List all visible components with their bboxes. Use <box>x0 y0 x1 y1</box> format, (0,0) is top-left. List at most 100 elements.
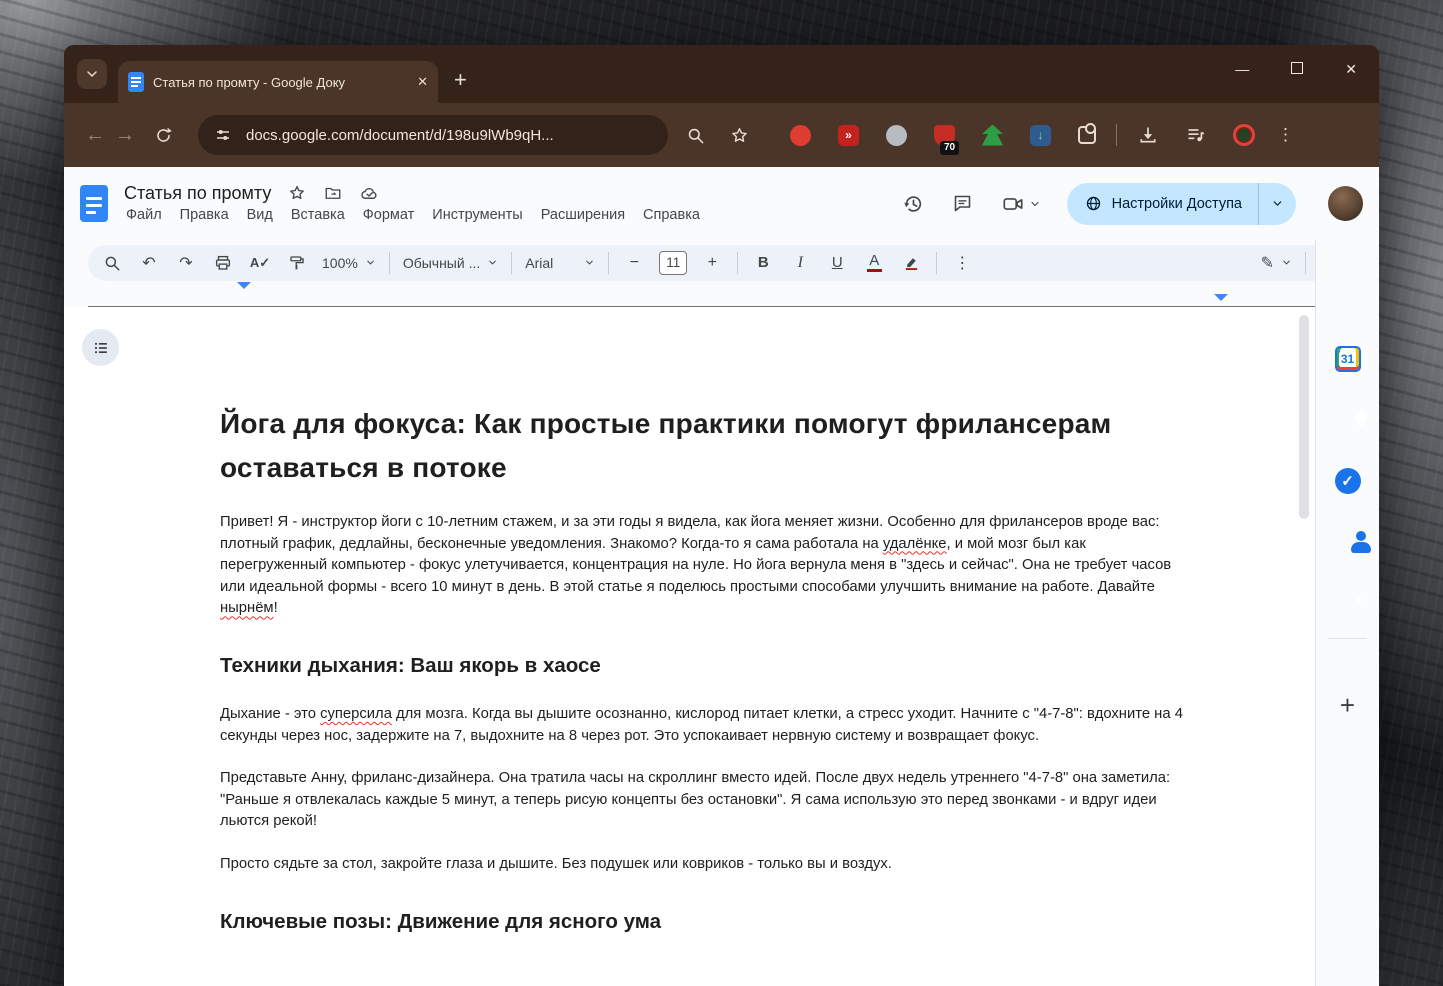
underline-button[interactable]: U <box>825 251 849 275</box>
reload-icon[interactable] <box>154 126 184 145</box>
chevron-down-icon <box>487 257 498 268</box>
text-run: Просто сядьте за стол, закройте глаза и … <box>220 855 892 872</box>
text-run: Представьте Анну, фриланс-дизайнера. Она… <box>220 770 1171 830</box>
menu-item[interactable]: Инструменты <box>424 205 530 225</box>
docs-logo-icon[interactable] <box>80 185 108 222</box>
document-outline-button[interactable] <box>82 329 119 366</box>
user-avatar[interactable] <box>1328 186 1363 221</box>
pen-icon: ✎ <box>1260 254 1274 272</box>
menu-item[interactable]: Формат <box>355 205 423 225</box>
spellcheck-icon[interactable]: A✓ <box>248 251 272 275</box>
doc-heading: Техники дыхания: Ваш якорь в хаосе <box>220 652 1196 680</box>
docs-toolbar: ↶ ↷ A✓ 100% Обычный ... Arial − 11 + B I… <box>88 244 1355 281</box>
more-options-icon[interactable]: ⋮ <box>950 251 974 275</box>
highlight-color-button[interactable] <box>899 251 923 275</box>
misspelled-word: суперсила <box>320 705 392 722</box>
text-run: Ключевые позы: Движение для ясного ума <box>220 909 662 933</box>
calendar-icon[interactable]: 31 <box>1334 346 1361 372</box>
video-speed-extension-icon[interactable]: » <box>838 124 859 146</box>
doc-paragraph: Представьте Анну, фриланс-дизайнера. Она… <box>220 768 1196 833</box>
document-page: Йога для фокуса: Как простые практики по… <box>64 307 1196 936</box>
document-title[interactable]: Статья по промту <box>124 183 271 204</box>
add-addon-button[interactable]: + <box>1340 690 1355 721</box>
doc-heading: Ключевые позы: Движение для ясного ума <box>220 908 1196 936</box>
downloads-icon[interactable] <box>1137 124 1159 146</box>
meet-button[interactable] <box>1001 192 1041 216</box>
docs-menu-bar: Файл Правка Вид Вставка Формат Инструменты Рас… <box>118 205 708 225</box>
adblock-extension-icon[interactable] <box>790 124 811 146</box>
address-bar[interactable]: docs.google.com/document/d/198u9lWb9qH..… <box>198 115 668 155</box>
bookmark-star-icon[interactable] <box>728 124 750 146</box>
savefrom-extension-icon[interactable]: ↓ <box>1030 124 1051 146</box>
print-icon[interactable] <box>211 251 235 275</box>
globe-extension-icon[interactable] <box>886 124 907 146</box>
chevron-down-icon <box>365 257 376 268</box>
browser-window: Статья по промту - Google Доку ✕ + — ✕ ←… <box>64 45 1379 986</box>
increase-font-icon[interactable]: + <box>700 251 724 275</box>
font-size-input[interactable]: 11 <box>659 250 688 275</box>
menu-item[interactable]: Вставка <box>283 205 353 225</box>
toolbar-separator <box>1116 124 1117 146</box>
tab-title: Статья по промту - Google Доку <box>153 74 346 90</box>
window-controls: — ✕ <box>1235 61 1357 78</box>
menu-item[interactable]: Справка <box>635 205 708 225</box>
bold-button[interactable]: B <box>751 251 775 275</box>
share-dropdown-icon[interactable] <box>1258 182 1296 225</box>
url-text[interactable]: docs.google.com/document/d/198u9lWb9qH..… <box>246 127 554 144</box>
tasks-icon[interactable]: ✓ <box>1334 468 1361 494</box>
text-run: ! <box>273 600 278 617</box>
browser-tab[interactable]: Статья по промту - Google Доку ✕ <box>118 61 438 103</box>
maximize-button[interactable] <box>1291 61 1304 78</box>
star-document-icon[interactable] <box>287 183 307 203</box>
cloud-saved-icon[interactable] <box>359 183 379 203</box>
editing-mode-select[interactable]: ✎ <box>1261 253 1292 273</box>
doc-paragraph: Привет! Я - инструктор йоги с 10-летним … <box>220 512 1196 620</box>
comments-icon[interactable] <box>951 192 975 216</box>
undo-icon[interactable]: ↶ <box>137 251 161 275</box>
decrease-font-icon[interactable]: − <box>622 251 646 275</box>
minimize-button[interactable]: — <box>1235 61 1249 78</box>
font-select[interactable]: Arial <box>525 255 595 271</box>
forward-icon[interactable]: → <box>110 124 140 147</box>
tab-search-button[interactable] <box>77 59 107 89</box>
site-settings-icon[interactable] <box>212 124 234 146</box>
chevron-down-icon <box>1029 198 1041 210</box>
close-button[interactable]: ✕ <box>1345 61 1357 78</box>
right-indent-marker[interactable] <box>1214 294 1228 301</box>
paragraph-style-select[interactable]: Обычный ... <box>403 255 498 271</box>
menu-item[interactable]: Вид <box>239 205 281 225</box>
menu-item[interactable]: Расширения <box>533 205 633 225</box>
zoom-page-icon[interactable] <box>684 124 706 146</box>
paint-format-icon[interactable] <box>285 251 309 275</box>
new-tab-button[interactable]: + <box>454 67 467 93</box>
version-history-icon[interactable] <box>901 192 925 216</box>
green-tree-extension-icon[interactable] <box>982 124 1003 146</box>
doc-paragraph: Дыхание - это суперсила для мозга. Когда… <box>220 704 1196 747</box>
back-icon[interactable]: ← <box>80 124 110 147</box>
redo-icon[interactable]: ↷ <box>174 251 198 275</box>
shield-extension-icon[interactable]: 70 <box>934 124 960 155</box>
tab-close-icon[interactable]: ✕ <box>417 74 428 90</box>
tab-strip: Статья по промту - Google Доку ✕ + — ✕ <box>64 45 1379 103</box>
share-button[interactable]: Настройки Доступа <box>1066 182 1296 225</box>
vertical-scrollbar[interactable] <box>1299 315 1309 519</box>
zoom-value: 100% <box>322 254 358 271</box>
browser-menu-icon[interactable]: ⋮ <box>1277 125 1294 145</box>
italic-button[interactable]: I <box>788 251 812 275</box>
google-docs-app: Статья по промту Файл Правка Вид Вставка Фор… <box>64 167 1379 986</box>
playlist-icon[interactable] <box>1185 124 1207 146</box>
profile-avatar-icon[interactable] <box>1233 124 1255 146</box>
text-run: Дыхание - это <box>220 705 321 722</box>
zoom-select[interactable]: 100% <box>322 255 376 271</box>
calendar-day: 31 <box>1338 352 1357 366</box>
left-indent-marker[interactable] <box>237 282 251 307</box>
menu-item[interactable]: Правка <box>172 205 237 225</box>
menu-item[interactable]: Файл <box>118 205 170 225</box>
side-panel-divider <box>1328 638 1367 639</box>
docs-toolbar-row: ↶ ↷ A✓ 100% Обычный ... Arial − 11 + B I… <box>64 240 1379 285</box>
search-menus-icon[interactable] <box>100 251 124 275</box>
move-folder-icon[interactable] <box>323 183 343 203</box>
document-canvas[interactable]: Йога для фокуса: Как простые практики по… <box>64 307 1315 986</box>
extensions-puzzle-icon[interactable] <box>1078 123 1096 144</box>
text-color-button[interactable]: A <box>862 251 886 275</box>
